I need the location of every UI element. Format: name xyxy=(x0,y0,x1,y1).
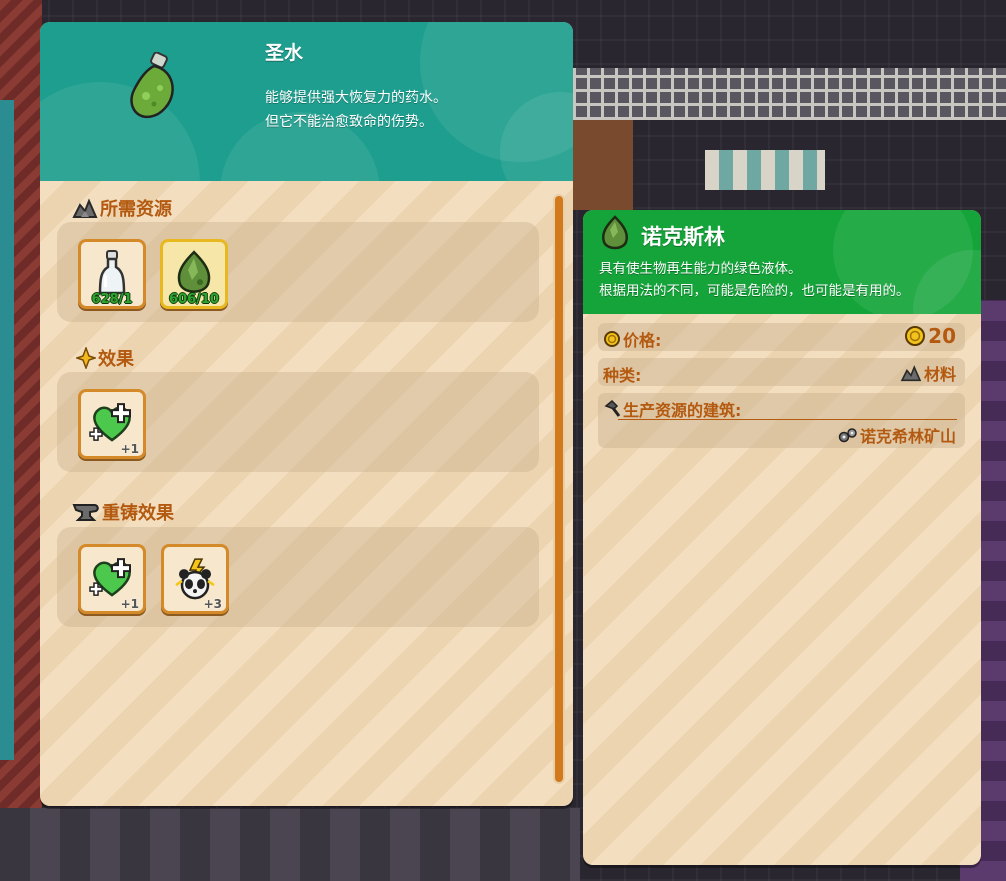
type-label-text: 种类: xyxy=(603,366,642,385)
reforge-bonus: +3 xyxy=(203,597,222,611)
material-header: 诺克斯林 具有使生物再生能力的绿色液体。 根据用法的不同，可能是危险的，也可能是… xyxy=(583,210,981,314)
sparkle-icon xyxy=(76,347,96,369)
resources-section-title: 所需资源 xyxy=(72,195,172,221)
background-building xyxy=(573,120,633,210)
hammer-icon xyxy=(604,400,621,417)
price-row: 价格: 20 xyxy=(598,323,965,351)
effects-section-title: 效果 xyxy=(76,345,134,371)
gold-coin-icon xyxy=(905,326,926,346)
material-tooltip-panel: 诺克斯林 具有使生物再生能力的绿色液体。 根据用法的不同，可能是危险的，也可能是… xyxy=(583,210,981,865)
resource-slot-bottle[interactable]: 628/1 xyxy=(78,239,146,309)
resource-count: 628/1 xyxy=(91,292,133,307)
background-wall xyxy=(0,100,14,760)
item-description: 能够提供强大恢复力的药水。 但它不能治愈致命的伤势。 xyxy=(265,86,447,134)
resources-section-label: 所需资源 xyxy=(100,199,172,220)
effect-slot-heal[interactable]: +1 xyxy=(78,389,146,459)
resource-slot-nokrin[interactable]: 606/10 xyxy=(160,239,228,309)
panel-scrollbar-thumb[interactable] xyxy=(555,196,563,782)
gold-coin-icon xyxy=(604,331,620,347)
effect-bonus: +1 xyxy=(120,442,139,456)
resources-section: 628/1 606/10 xyxy=(57,222,539,322)
reforge-section-label: 重铸效果 xyxy=(102,503,174,524)
item-description-line: 能够提供强大恢复力的药水。 xyxy=(265,90,447,106)
resource-count: 606/10 xyxy=(169,292,219,307)
background-floor xyxy=(0,808,580,881)
price-value: 20 xyxy=(904,324,956,348)
glass-bottle-icon xyxy=(98,250,126,295)
background-railing xyxy=(573,68,1006,120)
building-label: 生产资源的建筑: xyxy=(603,397,741,421)
item-title: 圣水 xyxy=(265,42,304,64)
item-header: 圣水 能够提供强大恢复力的药水。 但它不能治愈致命的伤势。 xyxy=(40,22,573,181)
reforge-section: +1 +3 xyxy=(57,527,539,627)
reforge-section-title: 重铸效果 xyxy=(72,499,174,525)
gears-icon xyxy=(838,428,857,443)
reforge-slot-heal[interactable]: +1 xyxy=(78,544,146,614)
green-heart-plus-icon xyxy=(89,403,131,442)
panel-scrollbar[interactable] xyxy=(553,194,565,784)
building-divider xyxy=(618,419,957,420)
type-row: 种类: 材料 xyxy=(598,358,965,386)
reforge-slot-panda[interactable]: +3 xyxy=(161,544,229,614)
material-description: 具有使生物再生能力的绿色液体。 根据用法的不同，可能是危险的，也可能是有用的。 xyxy=(599,258,910,302)
green-heart-plus-icon xyxy=(89,558,131,597)
building-label-text: 生产资源的建筑: xyxy=(623,401,742,420)
building-value[interactable]: 诺克希林矿山 xyxy=(838,423,956,447)
nokrin-crystal-icon xyxy=(177,250,211,293)
panda-lightning-icon xyxy=(175,558,215,600)
item-description-line: 但它不能治愈致命的伤势。 xyxy=(265,114,433,130)
effects-section: +1 xyxy=(57,372,539,472)
green-potion-icon xyxy=(130,52,174,118)
material-title: 诺克斯林 xyxy=(641,225,725,249)
type-value-text: 材料 xyxy=(923,365,956,384)
background-awning xyxy=(705,150,825,190)
anvil-icon xyxy=(72,504,99,521)
item-detail-panel: 圣水 能够提供强大恢复力的药水。 但它不能治愈致命的伤势。 所需资源 628/1 xyxy=(40,22,573,806)
price-label: 价格: xyxy=(603,327,661,351)
reforge-bonus: +1 xyxy=(120,597,139,611)
effects-section-label: 效果 xyxy=(98,349,134,370)
ore-pile-icon xyxy=(900,365,922,382)
price-value-text: 20 xyxy=(928,324,956,348)
ore-pile-icon xyxy=(72,198,98,218)
nokrin-crystal-icon xyxy=(602,215,628,250)
material-description-line: 根据用法的不同，可能是危险的，也可能是有用的。 xyxy=(599,283,910,299)
building-row: 生产资源的建筑: 诺克希林矿山 xyxy=(598,393,965,448)
material-description-line: 具有使生物再生能力的绿色液体。 xyxy=(599,261,802,277)
type-value: 材料 xyxy=(900,361,956,385)
price-label-text: 价格: xyxy=(623,331,662,350)
building-value-text: 诺克希林矿山 xyxy=(859,427,956,446)
type-label: 种类: xyxy=(603,362,641,386)
